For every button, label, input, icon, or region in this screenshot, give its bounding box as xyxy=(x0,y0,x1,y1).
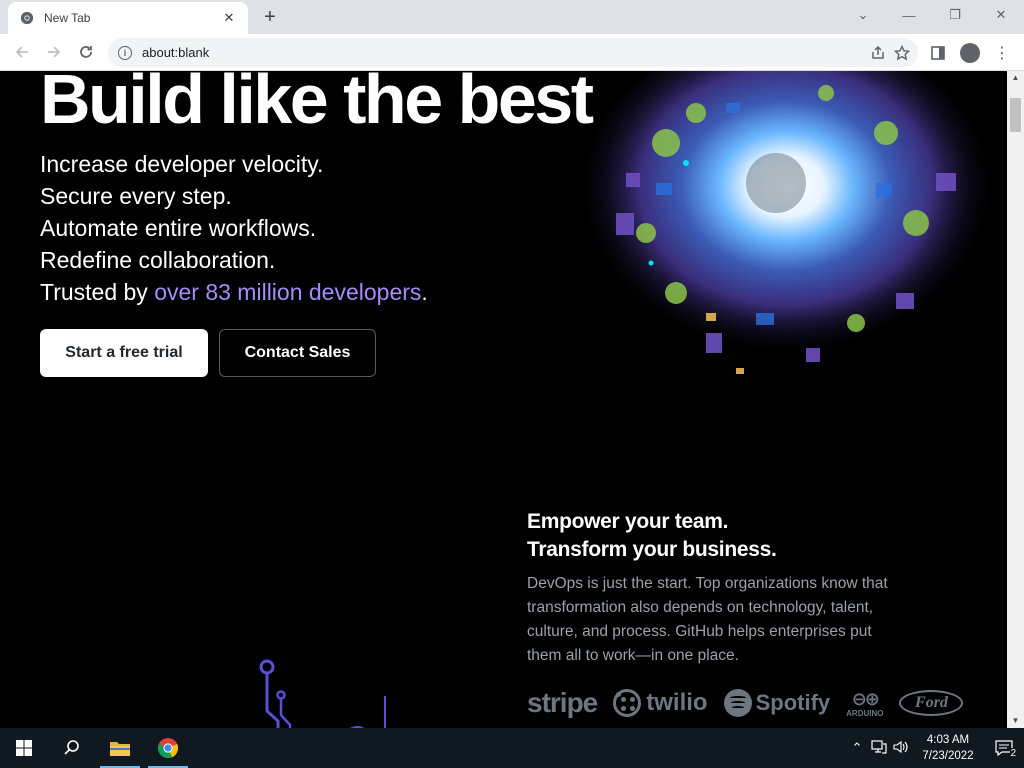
reload-button[interactable] xyxy=(70,36,102,68)
arrow-left-icon xyxy=(15,46,28,58)
tab-title: New Tab xyxy=(44,11,91,25)
trusted-suffix: . xyxy=(421,279,428,305)
twilio-logo: twilio xyxy=(613,689,708,717)
reload-icon xyxy=(80,46,92,58)
twilio-wordmark: twilio xyxy=(646,689,708,716)
chrome-icon xyxy=(20,11,34,25)
hero-trusted-line: Trusted by over 83 million developers. xyxy=(40,276,428,308)
arduino-mark-icon: ⊖⊕ xyxy=(851,688,880,709)
star-icon[interactable] xyxy=(894,44,910,61)
contact-sales-button[interactable]: Contact Sales xyxy=(219,329,376,377)
chrome-taskbar-button[interactable] xyxy=(144,728,192,768)
arduino-wordmark: ARDUINO xyxy=(846,708,884,718)
ford-logo: Ford xyxy=(899,690,964,716)
developers-link[interactable]: over 83 million developers xyxy=(154,279,421,305)
start-button[interactable] xyxy=(0,728,48,768)
hero-line: Increase developer velocity. xyxy=(40,151,324,177)
hero-tagline: Increase developer velocity. Secure ever… xyxy=(40,148,428,308)
profile-button[interactable] xyxy=(954,37,986,69)
hero-title: Build like the best xyxy=(40,71,594,138)
minimize-button[interactable]: — xyxy=(886,0,932,30)
menu-kebab-icon[interactable]: ⋮ xyxy=(986,37,1018,69)
clock-date: 7/23/2022 xyxy=(922,750,974,762)
hero-line: Secure every step. xyxy=(40,183,232,209)
clock-time: 4:03 AM xyxy=(926,734,970,746)
address-bar[interactable]: i about:blank xyxy=(108,38,918,67)
tab-new-tab[interactable]: New Tab ✕ xyxy=(8,2,248,34)
avatar xyxy=(960,43,980,63)
info-icon[interactable]: i xyxy=(118,45,132,60)
taskbar: ⌃ 4:03 AM 7/23/2022 2 xyxy=(0,728,1024,768)
network-icon[interactable] xyxy=(868,739,890,757)
volume-icon[interactable] xyxy=(890,740,912,757)
page-viewport: Build like the best Increase developer v… xyxy=(0,71,1007,728)
hero-line: Automate entire workflows. xyxy=(40,215,317,241)
tab-search-icon[interactable]: ⌄ xyxy=(840,0,886,30)
spotify-logo: Spotify xyxy=(723,689,831,717)
arduino-logo: ⊖⊕ ARDUINO xyxy=(846,689,883,718)
action-center-button[interactable]: 2 xyxy=(984,728,1024,768)
spotify-mark-icon xyxy=(723,689,752,717)
start-free-trial-button[interactable]: Start a free trial xyxy=(40,329,208,377)
hero-line: Redefine collaboration. xyxy=(40,247,276,273)
customer-logos: stripe twilio Spotify ⊖⊕ ARDUINO Ford xyxy=(527,683,967,723)
close-tab-icon[interactable]: ✕ xyxy=(220,10,238,26)
chrome-icon xyxy=(157,738,179,759)
empower-section: Empower your team. Transform your busine… xyxy=(527,508,947,668)
tab-strip: New Tab ✕ + ⌄ — ❐ ✕ xyxy=(0,0,1024,34)
page-scrollbar[interactable]: ▲ ▼ xyxy=(1007,71,1024,728)
scroll-down-arrow-icon[interactable]: ▼ xyxy=(1007,714,1024,728)
back-button[interactable] xyxy=(6,36,38,68)
arrow-right-icon xyxy=(48,46,61,58)
system-tray: ⌃ 4:03 AM 7/23/2022 2 xyxy=(846,728,1024,768)
twilio-mark-icon xyxy=(613,689,642,717)
folder-icon xyxy=(110,742,130,756)
circuit-decoration xyxy=(259,659,386,728)
trusted-prefix: Trusted by xyxy=(40,279,155,305)
stripe-logo: stripe xyxy=(527,687,598,718)
file-explorer-button[interactable] xyxy=(96,728,144,768)
empower-heading-line: Empower your team. xyxy=(527,510,729,533)
forward-button[interactable] xyxy=(38,36,70,68)
empower-heading-line: Transform your business. xyxy=(527,538,777,561)
url-text[interactable]: about:blank xyxy=(142,45,870,60)
windows-icon xyxy=(16,740,32,756)
browser-toolbar: i about:blank ⋮ xyxy=(0,34,1024,71)
share-icon[interactable] xyxy=(870,45,886,61)
clock[interactable]: 4:03 AM 7/23/2022 xyxy=(912,732,984,764)
empower-heading: Empower your team. Transform your busine… xyxy=(527,508,947,564)
chevron-up-icon[interactable]: ⌃ xyxy=(846,740,868,756)
spotify-wordmark: Spotify xyxy=(755,690,831,715)
hero-globe-illustration xyxy=(576,71,996,374)
side-panel-icon[interactable] xyxy=(922,37,954,69)
scroll-thumb[interactable] xyxy=(1010,98,1021,132)
search-button[interactable] xyxy=(48,728,96,768)
restore-button[interactable]: ❐ xyxy=(932,0,978,30)
search-icon xyxy=(64,740,79,755)
window-controls: ⌄ — ❐ ✕ xyxy=(840,0,1024,34)
close-window-button[interactable]: ✕ xyxy=(978,0,1024,30)
new-tab-button[interactable]: + xyxy=(258,6,282,28)
notification-count-badge: 2 xyxy=(1010,748,1016,759)
scroll-up-arrow-icon[interactable]: ▲ xyxy=(1007,71,1024,85)
empower-paragraph: DevOps is just the start. Top organizati… xyxy=(527,575,888,664)
